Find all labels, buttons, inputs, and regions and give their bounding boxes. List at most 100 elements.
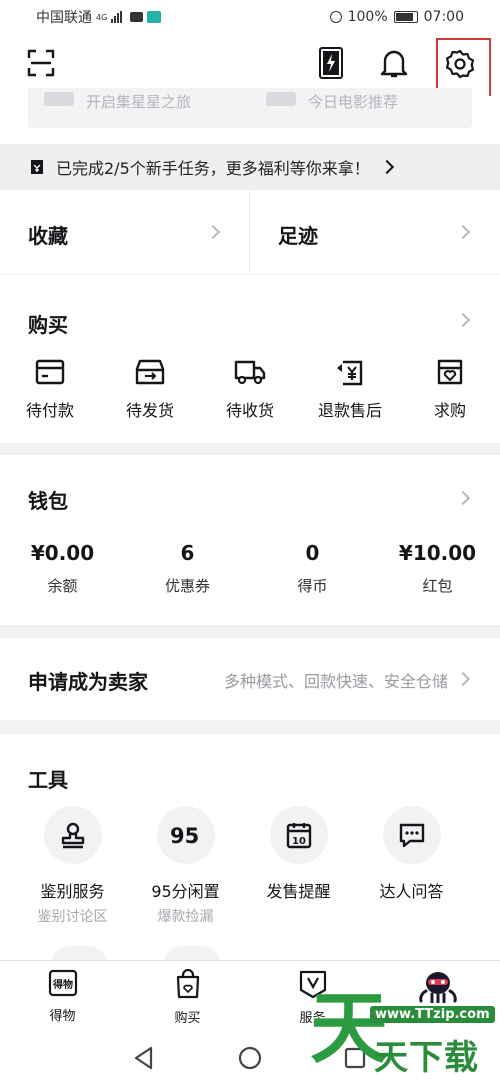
banner-peek[interactable]: 开启集星星之旅 今日电影推荐 <box>28 88 472 128</box>
task-text: 已完成2/5个新手任务，更多福利等你来拿！ <box>56 159 370 178</box>
tool-item-expert-qa[interactable]: 达人问答 <box>355 806 468 926</box>
wallet-label: 红包 <box>422 577 453 595</box>
wallet-item-balance[interactable]: ¥0.00 余额 <box>0 541 125 596</box>
wallet-title: 钱包 <box>28 489 68 513</box>
chevron-right-icon <box>455 224 471 240</box>
favorites-label: 收藏 <box>28 224 68 248</box>
tool-label: 发售提醒 <box>266 882 331 901</box>
chat-icon <box>382 806 441 864</box>
back-icon[interactable] <box>133 1046 155 1070</box>
tools-section: 工具 鉴别服务 鉴别讨论区 95 95分闲置 爆款捡漏 10 发售提醒 达人问答 <box>0 734 500 966</box>
buy-item-pending-shipment[interactable]: 待发货 <box>100 355 200 421</box>
become-seller-row[interactable]: 申请成为卖家 多种模式、回款快速、安全仓储 <box>0 638 500 720</box>
banner-right-icon <box>266 92 296 106</box>
footprint-button[interactable]: 足迹 <box>250 190 500 274</box>
buy-item-refund[interactable]: 退款售后 <box>300 355 400 421</box>
chevron-right-icon <box>379 159 394 175</box>
watermark-url: www.TTzip.com <box>370 1006 495 1023</box>
wallet-value: 6 <box>180 541 195 565</box>
wallet-value: ¥0.00 <box>30 541 95 565</box>
truck-icon <box>200 355 300 389</box>
favorites-card: 收藏 足迹 <box>0 190 500 274</box>
tool-item-authentication[interactable]: 鉴别服务 鉴别讨论区 <box>16 806 129 926</box>
wallet-item-red-packet[interactable]: ¥10.00 红包 <box>375 541 500 596</box>
carrier-text: 中国联通 <box>36 10 92 26</box>
watermark-text: 天下载 <box>374 1038 479 1078</box>
banner-left-icon <box>44 92 74 106</box>
battery-percent: 100% <box>347 9 388 25</box>
tool-label: 95分闲置 <box>151 882 220 901</box>
tools-title: 工具 <box>28 768 68 792</box>
profile-page: 中国联通 4G 100% 07:00 开启集星星之旅 今日电影推荐 已完成2/5… <box>0 0 500 1083</box>
favorites-button[interactable]: 收藏 <box>0 190 249 274</box>
scan-icon[interactable] <box>26 48 56 78</box>
gift-tag-icon <box>31 160 43 174</box>
tool-label: 鉴别服务 <box>40 882 105 901</box>
bag-icon <box>400 355 500 389</box>
tab-label: 得物 <box>49 1009 76 1024</box>
network-text: 4G <box>96 12 108 22</box>
tool-sub: 爆款捡漏 <box>157 909 214 925</box>
top-bar <box>0 34 500 96</box>
buy-item-label: 待发货 <box>125 401 174 420</box>
signal-icon <box>111 11 123 23</box>
bell-icon[interactable] <box>378 46 410 80</box>
tool-sub: 鉴别讨论区 <box>37 909 108 925</box>
wallet-item-coupons[interactable]: 6 优惠券 <box>125 541 250 596</box>
buy-title: 购买 <box>28 313 68 337</box>
alarm-icon <box>329 11 342 23</box>
chevron-right-icon[interactable] <box>455 490 471 506</box>
buy-item-pending-payment[interactable]: 待付款 <box>0 355 100 421</box>
stamp-icon <box>43 806 102 864</box>
box-icon <box>100 355 200 389</box>
buy-item-label: 退款售后 <box>317 401 382 420</box>
wallet-grid: ¥0.00 余额 6 优惠券 0 得币 ¥10.00 红包 <box>0 541 500 596</box>
banner-right-text: 今日电影推荐 <box>308 93 399 111</box>
status-bar: 中国联通 4G 100% 07:00 <box>0 0 500 34</box>
task-banner[interactable]: 已完成2/5个新手任务，更多福利等你来拿！ <box>0 144 500 190</box>
watermark: 天 www.TTzip.com 天下载 <box>308 968 500 1083</box>
buy-item-label: 待付款 <box>25 401 74 420</box>
banner-left-text: 开启集星星之旅 <box>86 93 192 111</box>
buy-item-want-to-buy[interactable]: 求购 <box>400 355 500 421</box>
buy-grid: 待付款 待发货 待收货 退款售后 求购 <box>0 355 500 421</box>
calendar-icon: 10 <box>269 806 328 864</box>
home-icon[interactable] <box>238 1046 262 1070</box>
buy-item-pending-receipt[interactable]: 待收货 <box>200 355 300 421</box>
card-icon[interactable] <box>318 46 344 80</box>
svg-text:得物: 得物 <box>52 978 73 991</box>
svg-text:10: 10 <box>292 836 306 847</box>
shopping-bag-icon <box>176 968 199 999</box>
wallet-section: 钱包 ¥0.00 余额 6 优惠券 0 得币 ¥10.00 红包 <box>0 455 500 625</box>
buy-section: 购买 待付款 待发货 待收货 退款售后 求购 <box>0 275 500 443</box>
app-notification-icon <box>147 11 162 23</box>
tab-buy[interactable]: 购买 <box>125 961 250 1034</box>
tool-item-release-reminder[interactable]: 10 发售提醒 <box>242 806 355 926</box>
wallet-label: 得币 <box>297 577 328 595</box>
tab-dewu[interactable]: 得物 得物 <box>0 961 125 1034</box>
95-icon: 95 <box>156 806 215 864</box>
wallet-label: 余额 <box>47 577 78 595</box>
battery-icon <box>393 11 418 23</box>
tool-label: 达人问答 <box>379 882 444 901</box>
dewu-icon: 得物 <box>48 969 77 997</box>
buy-item-label: 待收货 <box>225 401 274 420</box>
chevron-right-icon[interactable] <box>455 312 471 328</box>
footprint-label: 足迹 <box>278 224 318 248</box>
briefcase-icon <box>130 12 144 22</box>
wallet-item-coins[interactable]: 0 得币 <box>250 541 375 596</box>
clock-time: 07:00 <box>423 9 464 25</box>
refund-icon <box>300 355 400 389</box>
chevron-right-icon <box>205 224 221 240</box>
wallet-value: ¥10.00 <box>398 541 477 565</box>
svg-text:95: 95 <box>170 824 199 848</box>
wallet-label: 优惠券 <box>164 577 210 595</box>
buy-item-label: 求购 <box>433 401 466 420</box>
chevron-right-icon <box>455 671 471 687</box>
tool-item-95-idle[interactable]: 95 95分闲置 爆款捡漏 <box>129 806 242 926</box>
tools-grid: 鉴别服务 鉴别讨论区 95 95分闲置 爆款捡漏 10 发售提醒 达人问答 <box>0 806 500 926</box>
tab-label: 购买 <box>174 1011 201 1026</box>
wallet-icon <box>0 355 100 389</box>
seller-hint: 多种模式、回款快速、安全仓储 <box>223 672 448 691</box>
wallet-value: 0 <box>305 541 320 565</box>
